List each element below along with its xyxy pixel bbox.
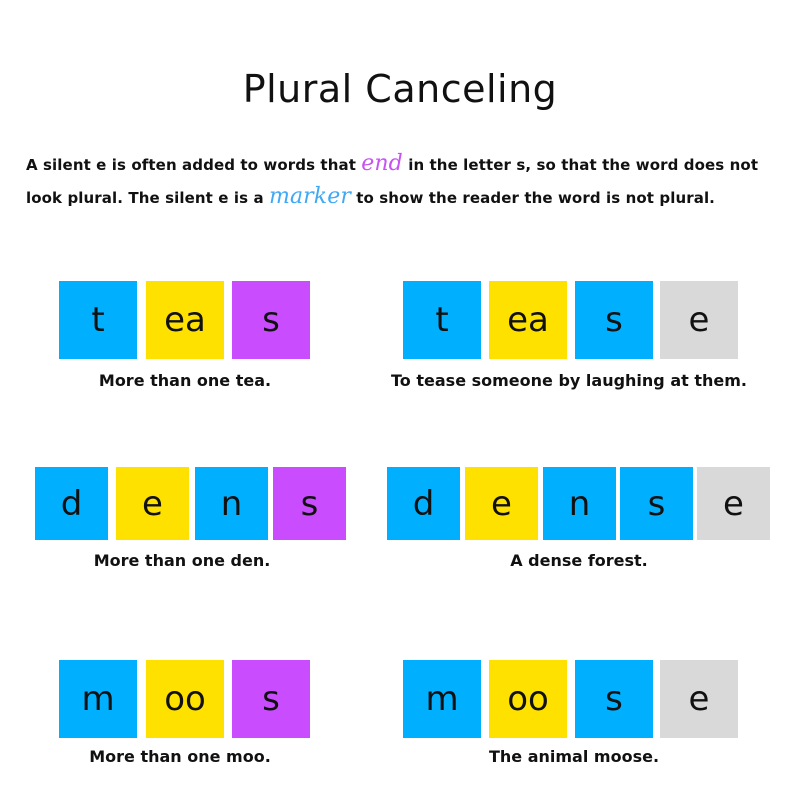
example-caption: A dense forest.: [510, 551, 648, 570]
letter-tile: m: [403, 660, 481, 738]
intro-text: A silent e is often added to words that: [26, 156, 362, 174]
letter-tile: n: [543, 467, 616, 540]
letter-tile: s: [273, 467, 346, 540]
letter-tile: s: [232, 281, 310, 359]
letter-tile: s: [232, 660, 310, 738]
page-title: Plural Canceling: [242, 67, 558, 112]
example-caption: More than one moo.: [89, 747, 271, 766]
letter-tile: oo: [146, 660, 224, 738]
intro-text: look plural. The silent e is a: [26, 189, 269, 207]
letter-tile: s: [575, 660, 653, 738]
highlight-end: end: [361, 151, 403, 176]
letter-tile: t: [403, 281, 481, 359]
letter-tile: e: [660, 660, 738, 738]
intro-text: in the letter s, so that the word does n…: [402, 156, 759, 174]
letter-tile: oo: [489, 660, 567, 738]
letter-tile: s: [575, 281, 653, 359]
example-caption: More than one den.: [93, 551, 271, 570]
intro-text: to show the reader the word is not plura…: [350, 189, 715, 207]
letter-tile: e: [660, 281, 738, 359]
intro-line-2: look plural. The silent e is a marker to…: [26, 181, 786, 214]
letter-tile: e: [465, 467, 538, 540]
letter-tile: d: [35, 467, 108, 540]
letter-tile: ea: [489, 281, 567, 359]
letter-tile: t: [59, 281, 137, 359]
intro-line-1: A silent e is often added to words that …: [26, 148, 786, 181]
letter-tile: e: [697, 467, 770, 540]
letter-tile: ea: [146, 281, 224, 359]
letter-tile: d: [387, 467, 460, 540]
example-caption: More than one tea.: [98, 371, 272, 390]
letter-tile: m: [59, 660, 137, 738]
intro-paragraph: A silent e is often added to words that …: [26, 148, 786, 214]
example-caption: The animal moose.: [488, 747, 660, 766]
example-caption: To tease someone by laughing at them.: [391, 371, 747, 390]
letter-tile: s: [620, 467, 693, 540]
letter-tile: e: [116, 467, 189, 540]
highlight-marker: marker: [268, 184, 351, 209]
letter-tile: n: [195, 467, 268, 540]
